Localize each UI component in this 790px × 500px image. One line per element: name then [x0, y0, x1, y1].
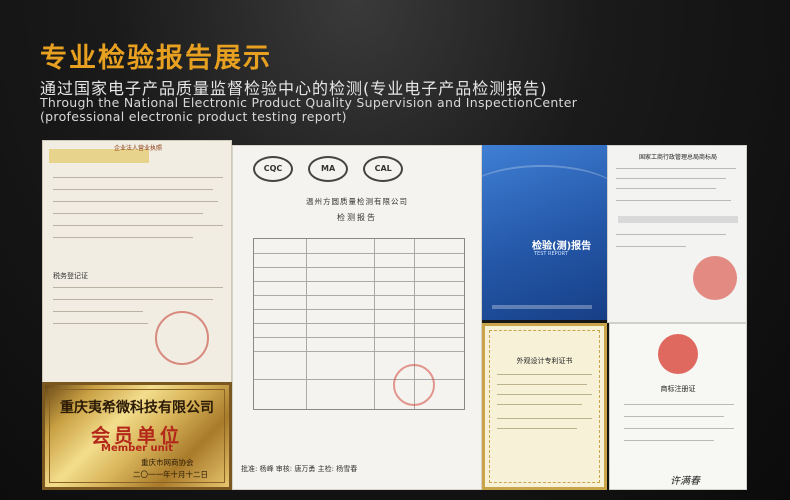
- text-line: [616, 188, 716, 189]
- ma-logo: MA: [308, 156, 349, 182]
- table-row-line: [254, 337, 464, 338]
- tax-registration-certificate: 企业法人营业执照 税务登记证: [42, 140, 232, 385]
- cover-title-english: TEST REPORT: [534, 251, 568, 257]
- table-row-line: [254, 323, 464, 324]
- trademark-registration-certificate: 商标注册证 许满春: [609, 323, 747, 490]
- subtitle-english: Through the National Electronic Product …: [40, 96, 577, 124]
- page-title: 专业检验报告展示: [40, 43, 272, 74]
- text-line: [616, 200, 731, 201]
- report-organization: 温州方圆质量检测有限公司: [306, 197, 408, 206]
- table-row-line: [254, 253, 464, 254]
- certificate-top-band-text: 企业法人营业执照: [113, 145, 162, 152]
- certification-logos: CQC MA CAL: [253, 156, 413, 182]
- national-emblem-seal: [693, 256, 737, 300]
- text-line: [624, 416, 724, 417]
- text-line: [53, 189, 213, 190]
- text-line: [497, 394, 592, 395]
- highlight-bar: [618, 216, 738, 223]
- cqc-logo: CQC: [253, 156, 293, 182]
- inspection-report-cover: 检验(测)报告 TEST REPORT: [482, 145, 607, 320]
- text-line: [616, 178, 726, 179]
- tax-section-label: 税务登记证: [53, 272, 88, 280]
- report-title: 检测报告: [337, 213, 377, 222]
- plaque-company-name: 重庆夷希微科技有限公司: [60, 400, 214, 416]
- cover-wave-decoration: [482, 165, 607, 227]
- subtitle-english-line-2: (professional electronic product testing…: [40, 109, 347, 124]
- text-line: [624, 440, 714, 441]
- design-patent-certificate: 外观设计专利证书: [482, 323, 607, 490]
- table-row-line: [254, 351, 464, 352]
- test-report-document: CQC MA CAL 温州方圆质量检测有限公司 检测报告 批准: 杨峰 审核: …: [232, 145, 482, 490]
- text-line: [624, 428, 734, 429]
- subtitle-english-line-1: Through the National Electronic Product …: [40, 95, 578, 110]
- table-col-line: [374, 239, 375, 409]
- patent-inner-border: [489, 330, 600, 483]
- table-col-line: [306, 239, 307, 409]
- text-line: [624, 404, 734, 405]
- text-line: [497, 384, 587, 385]
- national-emblem-icon: [658, 334, 698, 374]
- text-line: [497, 428, 577, 429]
- text-line: [616, 168, 736, 169]
- patent-title: 外观设计专利证书: [516, 357, 573, 365]
- red-seal-stamp: [393, 364, 435, 406]
- table-row-line: [254, 267, 464, 268]
- trademark-cert-title: 商标注册证: [660, 385, 696, 393]
- text-line: [53, 299, 213, 300]
- text-line: [53, 311, 143, 312]
- plaque-issuer: 重庆市网商协会: [141, 458, 194, 467]
- table-row-line: [254, 295, 464, 296]
- text-line: [53, 237, 193, 238]
- table-row-line: [254, 281, 464, 282]
- text-line: [53, 323, 148, 324]
- plaque-title-english: Member unit: [101, 443, 173, 454]
- trademark-signature: 许满春: [670, 476, 700, 487]
- plaque-date: 二〇一一年十月十二日: [133, 470, 208, 479]
- text-line: [497, 374, 592, 375]
- text-line: [616, 234, 726, 235]
- cal-logo: CAL: [363, 156, 404, 182]
- text-line: [53, 213, 203, 214]
- table-row-line: [254, 309, 464, 310]
- text-line: [53, 201, 218, 202]
- trademark-doc-header: 国家工商行政管理总局商标局: [638, 154, 717, 161]
- report-signatures: 批准: 杨峰 审核: 唐万勇 主检: 杨雪春: [241, 465, 358, 473]
- certificate-collage: 企业法人营业执照 税务登记证 重庆夷希微科技有限公司 会员单位 Member u…: [42, 140, 747, 490]
- cover-footer-bar: [492, 305, 592, 309]
- text-line: [616, 246, 686, 247]
- text-line: [53, 177, 223, 178]
- text-line: [53, 225, 223, 226]
- member-unit-plaque: 重庆夷希微科技有限公司 会员单位 Member unit 重庆市网商协会 二〇一…: [42, 382, 232, 490]
- cover-title: 检验(测)报告: [532, 241, 592, 252]
- text-line: [497, 418, 592, 419]
- trademark-registration-document: 国家工商行政管理总局商标局: [607, 145, 747, 323]
- red-seal-stamp: [155, 311, 209, 365]
- text-line: [497, 404, 582, 405]
- text-line: [53, 287, 223, 288]
